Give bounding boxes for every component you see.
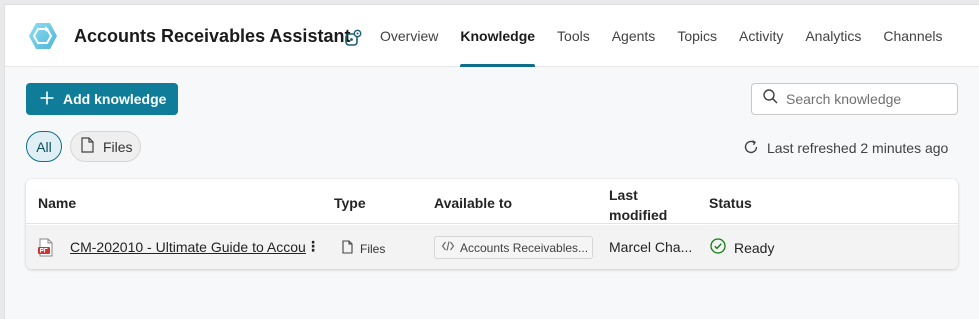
type-label: Files [360, 241, 386, 256]
plus-icon [40, 91, 63, 108]
document-icon [81, 137, 103, 156]
agent-settings-icon[interactable] [343, 28, 363, 48]
filter-chip-all[interactable]: All [26, 131, 62, 162]
available-to-chip[interactable]: Accounts Receivables... [434, 236, 593, 259]
search-box[interactable] [751, 83, 958, 115]
column-header-modified[interactable]: Last modified [609, 185, 667, 225]
tab-channels[interactable]: Channels [872, 5, 953, 67]
status-cell: Ready [710, 238, 774, 257]
more-options-icon[interactable]: ⋮ [306, 237, 320, 257]
tab-knowledge[interactable]: Knowledge [449, 5, 546, 67]
code-agent-icon [441, 239, 460, 256]
main-nav: Overview Knowledge Tools Agents Topics A… [380, 5, 954, 67]
checkmark-circle-icon [710, 238, 734, 257]
filter-chip-files-label: Files [103, 138, 133, 155]
type-cell: Files [342, 240, 385, 257]
column-header-status[interactable]: Status [709, 195, 752, 211]
column-header-modified-line1: Last [609, 187, 638, 203]
add-knowledge-button[interactable]: Add knowledge [26, 83, 178, 115]
app-shell: Accounts Receivables Assistant Overview … [4, 4, 979, 319]
column-header-available[interactable]: Available to [434, 195, 512, 211]
knowledge-table: Name Type Available to Last modified Sta… [26, 179, 958, 269]
filter-chip-files[interactable]: Files [70, 131, 141, 162]
table-header: Name Type Available to Last modified Sta… [26, 179, 958, 224]
refresh-label: Last refreshed 2 minutes ago [767, 140, 949, 156]
column-header-modified-line2: modified [609, 207, 668, 223]
tab-analytics[interactable]: Analytics [794, 5, 872, 67]
status-label: Ready [734, 239, 775, 256]
table-row[interactable]: CM-202010 - Ultimate Guide to Accounts R… [26, 225, 958, 269]
file-name-link[interactable]: CM-202010 - Ultimate Guide to Accounts R… [70, 239, 311, 255]
document-icon [342, 240, 360, 257]
tab-activity[interactable]: Activity [728, 5, 794, 67]
agent-title: Accounts Receivables Assistant [74, 26, 351, 46]
tab-overview[interactable]: Overview [380, 5, 449, 67]
refresh-status[interactable]: Last refreshed 2 minutes ago [743, 139, 948, 157]
tab-agents[interactable]: Agents [601, 5, 667, 67]
search-icon [763, 89, 778, 109]
available-to-label: Accounts Receivables... [460, 240, 589, 255]
column-header-type[interactable]: Type [334, 195, 366, 211]
copilot-agent-icon [27, 20, 59, 52]
pdf-file-icon [38, 238, 54, 257]
refresh-icon [743, 139, 767, 158]
top-bar: Accounts Receivables Assistant Overview … [5, 5, 979, 67]
modified-by-cell: Marcel Cha... [609, 239, 693, 255]
tab-tools[interactable]: Tools [546, 5, 601, 67]
column-header-name[interactable]: Name [38, 195, 76, 211]
search-input[interactable] [786, 91, 946, 107]
add-knowledge-label: Add knowledge [63, 91, 167, 107]
tab-topics[interactable]: Topics [666, 5, 728, 67]
